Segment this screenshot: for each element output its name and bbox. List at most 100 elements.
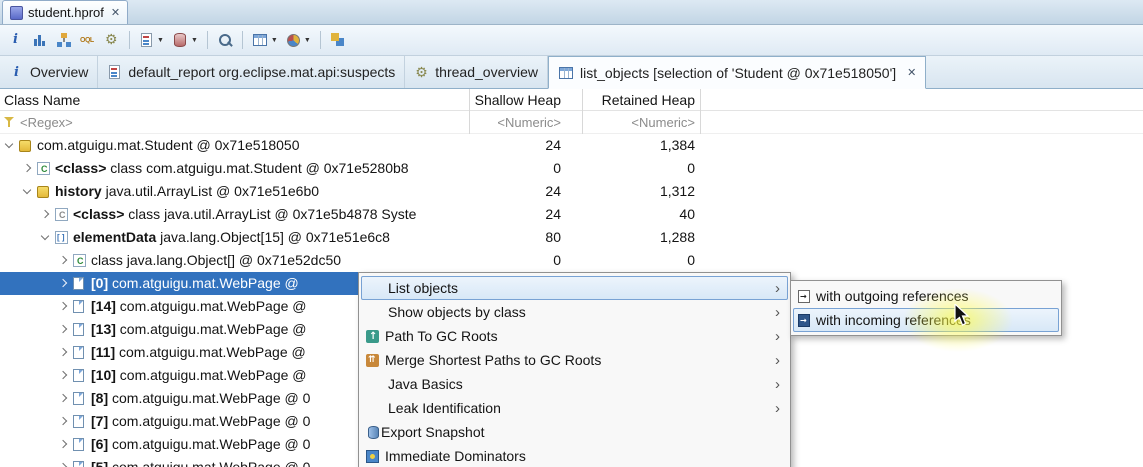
incoming-refs-icon xyxy=(798,314,810,327)
menu-item-label: Immediate Dominators xyxy=(385,448,526,464)
class-sys-icon xyxy=(55,208,68,221)
retained-heap-value: 0 xyxy=(687,252,695,268)
table-row-com-atguigu-mat-student-0x71e5[interactable]: com.atguigu.mat.Student @ 0x71e518050 24… xyxy=(0,134,1143,157)
row-label: [14] com.atguigu.mat.WebPage @ xyxy=(91,295,307,318)
query-browser-icon xyxy=(173,33,186,47)
compare-icon xyxy=(329,32,346,48)
submenu-arrow-icon: › xyxy=(775,303,780,321)
view-tab-default-report-org-eclipse-mat-api-suspe[interactable]: default_report org.eclipse.mat.api:suspe… xyxy=(98,56,406,88)
row-label-bold: <class> xyxy=(55,160,107,176)
histogram-button[interactable] xyxy=(29,28,51,52)
row-label-bold: [8] xyxy=(91,390,109,406)
menu-item-label: Path To GC Roots xyxy=(385,328,498,344)
expander-icon[interactable] xyxy=(58,255,68,265)
menu-item-icon xyxy=(366,280,382,296)
page-icon xyxy=(73,438,84,451)
menu-item-label: with outgoing references xyxy=(816,288,969,304)
dropdown-caret-icon[interactable]: ▼ xyxy=(304,37,311,44)
chart-icon xyxy=(286,33,300,47)
row-label: [7] com.atguigu.mat.WebPage @ 0 xyxy=(91,410,310,433)
view-tab-label: list_objects [selection of 'Student @ 0x… xyxy=(580,64,897,81)
menu-item-leak-identification[interactable]: Leak Identification › xyxy=(361,396,788,420)
shallow-heap-value: 24 xyxy=(545,137,561,153)
shallow-filter-input[interactable]: <Numeric> xyxy=(470,111,561,134)
expander-icon[interactable] xyxy=(58,370,68,380)
expander-icon[interactable] xyxy=(58,324,68,334)
menu-item-list-objects[interactable]: List objects › xyxy=(361,276,788,300)
dropdown-caret-icon[interactable]: ▼ xyxy=(191,37,198,44)
toolbar: ▼ ▼ ▼ ▼ xyxy=(0,25,1143,56)
open-query-browser-button[interactable]: ▼ xyxy=(169,28,201,52)
menu-item-icon xyxy=(366,304,382,320)
row-label-bold: <class> xyxy=(73,206,125,222)
expander-icon[interactable] xyxy=(40,231,50,241)
menu-item-label: Show objects by class xyxy=(388,304,526,320)
view-tab-thread-overview[interactable]: thread_overview xyxy=(405,56,549,88)
dropdown-caret-icon[interactable]: ▼ xyxy=(157,37,164,44)
overview-info-button[interactable] xyxy=(5,28,27,52)
expander-icon[interactable] xyxy=(40,209,50,219)
table-row-class[interactable]: <class> class com.atguigu.mat.Student @ … xyxy=(0,157,1143,180)
find-button[interactable] xyxy=(214,28,236,52)
row-label: <class> class java.util.ArrayList @ 0x71… xyxy=(73,203,416,226)
view-tab-overview[interactable]: Overview xyxy=(0,56,99,88)
column-header-retained-heap[interactable]: Retained Heap xyxy=(583,89,695,111)
retained-filter-input[interactable]: <Numeric> xyxy=(583,111,695,134)
outgoing-refs-icon xyxy=(798,290,810,303)
menu-item-java-basics[interactable]: Java Basics › xyxy=(361,372,788,396)
menu-item-merge-shortest-paths-to-gc-roots[interactable]: Merge Shortest Paths to GC Roots › xyxy=(361,348,788,372)
expander-icon[interactable] xyxy=(58,439,68,449)
table-icon xyxy=(559,66,574,79)
expander-icon[interactable] xyxy=(58,301,68,311)
report-icon xyxy=(141,33,152,47)
expander-icon[interactable] xyxy=(58,416,68,426)
column-divider xyxy=(700,89,701,134)
compare-button[interactable] xyxy=(327,28,349,52)
close-icon[interactable]: ✕ xyxy=(111,6,120,19)
column-header-shallow-heap[interactable]: Shallow Heap xyxy=(470,89,561,111)
column-header-class-name[interactable]: Class Name xyxy=(4,89,80,111)
regex-filter-input[interactable]: <Regex> xyxy=(20,111,73,134)
run-expert-report-button[interactable]: ▼ xyxy=(136,28,167,52)
table-row-elementdata[interactable]: elementData java.lang.Object[15] @ 0x71e… xyxy=(0,226,1143,249)
view-tab-list-objects-selection-of-student-0x71e5[interactable]: list_objects [selection of 'Student @ 0x… xyxy=(548,56,927,89)
expander-icon[interactable] xyxy=(58,393,68,403)
editor-tab-student-hprof[interactable]: student.hprof ✕ xyxy=(2,0,129,24)
shallow-heap-value: 0 xyxy=(553,160,561,176)
menu-item-with-outgoing-references[interactable]: with outgoing references xyxy=(793,284,1059,308)
view-tab-label: Overview xyxy=(30,64,89,80)
menu-item-label: Merge Shortest Paths to GC Roots xyxy=(385,352,602,368)
shallow-heap-value: 0 xyxy=(553,252,561,268)
menu-item-path-to-gc-roots[interactable]: Path To GC Roots › xyxy=(361,324,788,348)
object-icon xyxy=(37,186,49,198)
expander-icon[interactable] xyxy=(4,139,14,149)
table-row-class-java-lang-object-0x71e52[interactable]: class java.lang.Object[] @ 0x71e52dc50 0… xyxy=(0,249,1143,272)
thread-overview-button[interactable] xyxy=(101,28,123,52)
expander-icon[interactable] xyxy=(22,163,32,173)
expander-icon[interactable] xyxy=(22,185,32,195)
expander-icon[interactable] xyxy=(58,278,68,288)
dropdown-caret-icon[interactable]: ▼ xyxy=(271,37,278,44)
export-button[interactable]: ▼ xyxy=(283,28,314,52)
object-icon xyxy=(19,140,31,152)
table-row-history[interactable]: history java.util.ArrayList @ 0x71e51e6b… xyxy=(0,180,1143,203)
expander-icon[interactable] xyxy=(58,462,68,467)
menu-item-export-snapshot[interactable]: Export Snapshot xyxy=(361,420,788,444)
oql-button[interactable] xyxy=(77,28,99,52)
info-icon xyxy=(9,65,24,80)
table-row-class[interactable]: <class> class java.util.ArrayList @ 0x71… xyxy=(0,203,1143,226)
expander-icon[interactable] xyxy=(58,347,68,357)
row-label-text: com.atguigu.mat.WebPage @ xyxy=(108,275,299,291)
row-label-bold: [14] xyxy=(91,298,116,314)
grouping-button[interactable]: ▼ xyxy=(249,28,281,52)
menu-item-with-incoming-references[interactable]: with incoming references xyxy=(793,308,1059,332)
row-label-text: com.atguigu.mat.WebPage @ xyxy=(115,367,307,383)
menu-item-immediate-dominators[interactable]: Immediate Dominators xyxy=(361,444,788,467)
dominators-icon xyxy=(366,450,379,463)
close-icon[interactable]: ✕ xyxy=(907,66,916,79)
menu-item-show-objects-by-class[interactable]: Show objects by class › xyxy=(361,300,788,324)
dominator-tree-button[interactable] xyxy=(53,28,75,52)
row-label-bold: [7] xyxy=(91,413,109,429)
menu-item-label: with incoming references xyxy=(816,312,971,328)
table-icon xyxy=(252,34,267,46)
